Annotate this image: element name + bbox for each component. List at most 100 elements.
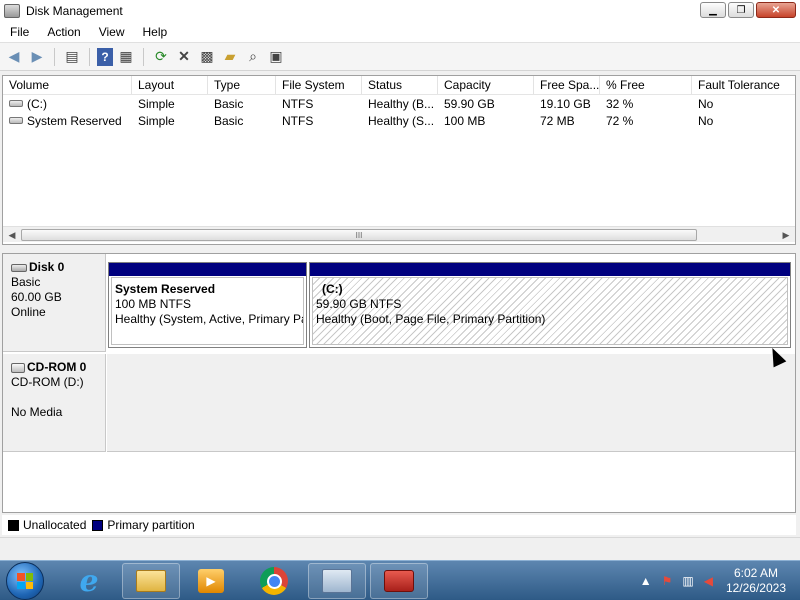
volume-list-header: Volume Layout Type File System Status Ca…	[3, 76, 795, 95]
table-row[interactable]: System Reserved Simple Basic NTFS Health…	[3, 112, 795, 129]
cell-type: Basic	[214, 96, 244, 111]
taskbar-windows-explorer[interactable]	[122, 563, 180, 599]
action-center-icon[interactable]: ⚑	[662, 574, 673, 588]
toolbar-separator	[89, 47, 90, 66]
column-layout[interactable]: Layout	[132, 76, 208, 94]
hard-disk-icon	[11, 263, 27, 272]
toolbar: ◀ ▶ ▤ ? ▦ ⟳ ✕ ▩ ▰ ⌕ ▣	[0, 43, 800, 71]
taskbar-chrome[interactable]	[245, 563, 303, 599]
column-free-space[interactable]: Free Spa...	[534, 76, 600, 94]
disk-management-icon	[4, 4, 20, 18]
window-controls: ▁ ❐ ✕	[700, 2, 796, 18]
start-button[interactable]	[6, 562, 44, 600]
taskbar-toolbox[interactable]	[370, 563, 428, 599]
menu-action[interactable]: Action	[37, 25, 88, 39]
cdrom-0-area[interactable]	[107, 354, 795, 452]
forward-icon[interactable]: ▶	[27, 47, 47, 67]
partition-c-drive[interactable]: (C:) 59.90 GB NTFS Healthy (Boot, Page F…	[309, 262, 791, 348]
column-volume[interactable]: Volume	[3, 76, 132, 94]
cdrom-0-media: No Media	[11, 405, 63, 419]
partition-body: System Reserved 100 MB NTFS Healthy (Sys…	[111, 277, 304, 345]
delete-icon[interactable]: ✕	[174, 47, 194, 67]
scroll-thumb[interactable]: III	[21, 229, 697, 241]
chrome-icon	[260, 567, 288, 595]
volume-muted-icon[interactable]: ◀	[704, 574, 713, 588]
partition-status: Healthy (System, Active, Primary Pa	[115, 312, 304, 326]
refresh-icon[interactable]: ⟳	[151, 47, 171, 67]
menu-view[interactable]: View	[89, 25, 133, 39]
toolbar-separator	[143, 47, 144, 66]
cell-file-system: NTFS	[282, 113, 314, 128]
taskbar: e ▶ ▲ ⚑ ▥ ◀ 6:02 AM 12/26/2023	[0, 560, 800, 600]
maximize-button[interactable]: ❐	[728, 2, 754, 18]
disk-0-state: Online	[11, 305, 46, 319]
menu-help[interactable]: Help	[133, 25, 176, 39]
cell-free-space: 19.10 GB	[540, 96, 591, 111]
cell-type: Basic	[214, 113, 244, 128]
minimize-button[interactable]: ▁	[700, 2, 726, 18]
cell-capacity: 59.90 GB	[444, 96, 495, 111]
cell-volume: System Reserved	[3, 112, 132, 129]
partition-size: 100 MB NTFS	[115, 297, 192, 311]
disk-0-type: Basic	[11, 275, 41, 289]
partition-name: (C:)	[322, 282, 343, 296]
drive-icon	[9, 117, 23, 124]
status-bar	[0, 537, 800, 559]
column-fault-tolerance[interactable]: Fault Tolerance	[692, 76, 795, 94]
cell-volume-text: (C:)	[27, 96, 47, 111]
help-icon[interactable]: ?	[97, 47, 113, 66]
computer-management-icon	[322, 569, 352, 593]
table-row[interactable]: (C:) Simple Basic NTFS Healthy (B... 59.…	[3, 95, 795, 112]
legend-label-unallocated: Unallocated	[23, 518, 87, 532]
taskbar-computer-management[interactable]	[308, 563, 366, 599]
folder-open-icon[interactable]: ▰	[220, 47, 240, 67]
taskbar-internet-explorer[interactable]: e	[60, 563, 118, 599]
cell-fault-tolerance: No	[698, 96, 714, 111]
volume-list: Volume Layout Type File System Status Ca…	[2, 75, 796, 245]
taskbar-media-player[interactable]: ▶	[182, 563, 240, 599]
cell-free-space: 72 MB	[540, 113, 575, 128]
column-percent-free[interactable]: % Free	[600, 76, 692, 94]
partition-system-reserved[interactable]: System Reserved 100 MB NTFS Healthy (Sys…	[108, 262, 307, 348]
cdrom-0-name: CD-ROM 0	[27, 360, 87, 374]
settings-icon[interactable]: ▩	[197, 47, 217, 67]
horizontal-scrollbar[interactable]: ◀ III ▶	[3, 226, 795, 242]
partition-band	[109, 263, 306, 276]
rescan-icon[interactable]: ▣	[266, 47, 286, 67]
media-player-icon: ▶	[198, 569, 224, 593]
back-icon[interactable]: ◀	[4, 47, 24, 67]
cell-status: Healthy (B...	[368, 96, 435, 111]
disk-0-row: Disk 0 Basic 60.00 GB Online System Rese…	[3, 254, 795, 352]
disk-0-label: Disk 0	[11, 260, 105, 275]
disk-view: Disk 0 Basic 60.00 GB Online System Rese…	[2, 253, 796, 513]
properties-icon[interactable]: ▤	[62, 47, 82, 67]
windows-logo-icon	[17, 573, 33, 589]
disk-0-info[interactable]: Disk 0 Basic 60.00 GB Online	[3, 254, 106, 352]
partition-size: 59.90 GB NTFS	[316, 297, 402, 311]
cell-capacity: 100 MB	[444, 113, 486, 128]
menu-file[interactable]: File	[0, 25, 37, 39]
legend: Unallocated Primary partition	[2, 515, 796, 535]
clock-date: 12/26/2023	[725, 581, 786, 595]
search-icon[interactable]: ⌕	[243, 47, 263, 67]
show-hidden-icons-icon[interactable]: ▲	[640, 574, 652, 588]
menu-bar: File Action View Help	[0, 22, 800, 43]
cell-file-system: NTFS	[282, 96, 314, 111]
scroll-left-icon[interactable]: ◀	[5, 228, 19, 242]
legend-swatch-unallocated	[8, 519, 19, 531]
disk-0-size: 60.00 GB	[11, 290, 62, 304]
scroll-right-icon[interactable]: ▶	[779, 228, 793, 242]
clock[interactable]: 6:02 AM 12/26/2023	[726, 566, 786, 596]
cdrom-0-info[interactable]: CD-ROM 0 CD-ROM (D:) No Media	[3, 354, 106, 452]
cell-layout: Simple	[138, 96, 175, 111]
view-icon[interactable]: ▦	[116, 47, 136, 67]
column-status[interactable]: Status	[362, 76, 438, 94]
cdrom-0-label: CD-ROM 0	[11, 360, 105, 375]
cdrom-0-row: CD-ROM 0 CD-ROM (D:) No Media	[3, 354, 795, 452]
column-type[interactable]: Type	[208, 76, 276, 94]
close-button[interactable]: ✕	[756, 2, 796, 18]
network-icon[interactable]: ▥	[682, 574, 693, 588]
cell-percent-free: 32 %	[606, 96, 634, 111]
column-file-system[interactable]: File System	[276, 76, 362, 94]
column-capacity[interactable]: Capacity	[438, 76, 534, 94]
